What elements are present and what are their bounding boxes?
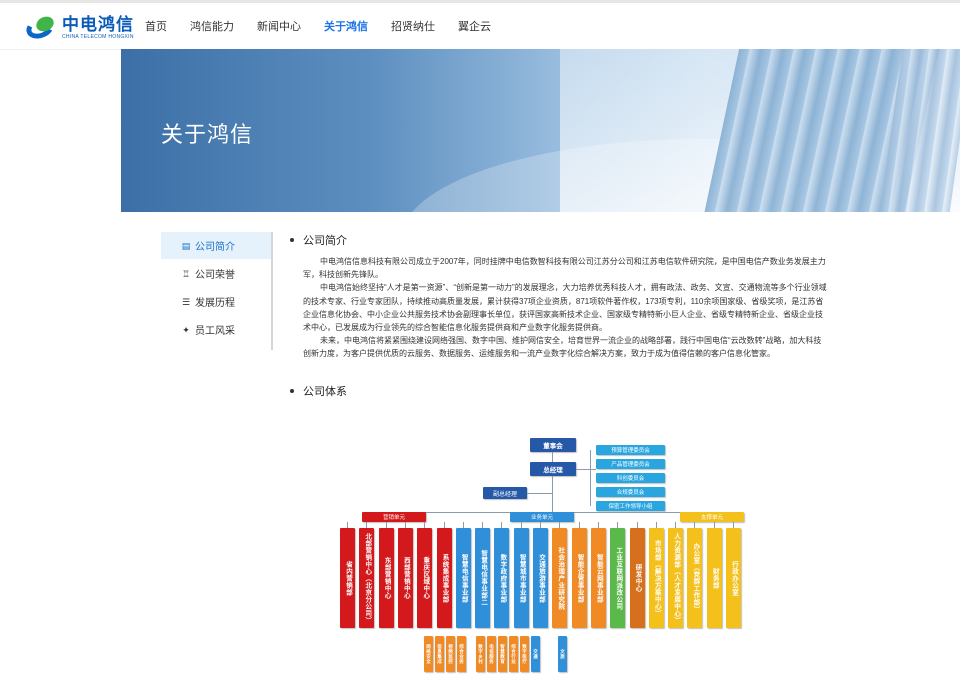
org-vgm: 副总经理	[483, 487, 527, 499]
org-committee: 保密工作领导小组	[596, 501, 665, 511]
org-department: 智能云网事业部	[590, 528, 606, 628]
main-content: 公司简介 中电鸿信信息科技有限公司成立于2007年，同时挂牌中电信数智科技有限公…	[290, 232, 827, 399]
org-unit-support: 支撑单元	[680, 512, 744, 522]
org-committee: 预算管理委员会	[596, 445, 665, 455]
org-department: 智慧电信事业部	[455, 528, 471, 628]
sidebar-item-label: 公司荣誉	[195, 270, 235, 281]
org-committee: 合规委员会	[596, 487, 665, 497]
org-department: 工业互联网派改公司	[610, 528, 626, 628]
section-title-text: 公司体系	[303, 385, 347, 398]
org-sub-department: 文旅	[558, 636, 567, 672]
org-chart: 董事会 总经理 副总经理 预算管理委员会 产品管理委员会 科创委员会 合规委员会…	[338, 436, 778, 688]
org-department: 人力资源部（人才发展中心）	[668, 528, 684, 628]
bullet-icon	[290, 388, 294, 393]
org-department: 东部营销中心	[378, 528, 394, 628]
banner-title: 关于鸿信	[161, 122, 254, 147]
org-sub-department: 网络安全	[424, 636, 433, 672]
org-department: 社会治理产业研究院	[552, 528, 568, 628]
org-sub-department: 交通	[531, 636, 540, 672]
org-sub-department: 数字医疗	[520, 636, 529, 672]
section-title-intro: 公司简介	[290, 232, 820, 248]
org-department: 北部营销中心（北京分公司）	[359, 528, 375, 628]
section-title-org: 公司体系	[290, 383, 820, 399]
nav-item-capabilities[interactable]: 鸿信能力	[190, 3, 234, 53]
org-committee: 科创委员会	[596, 473, 665, 483]
nav-item-home[interactable]: 首页	[145, 3, 167, 53]
org-sub-department: 视频监控	[446, 636, 455, 672]
nav-item-careers[interactable]: 招贤纳仕	[391, 3, 435, 53]
org-sub-department: 综合行业	[509, 636, 518, 672]
sidebar-item-profile[interactable]: ▤ 公司简介	[161, 232, 271, 259]
org-department: 行政办公室	[726, 528, 741, 628]
org-department: 数字政府事业部	[494, 528, 510, 628]
org-department: 财务部	[706, 528, 722, 628]
sidebar-item-history[interactable]: ☰ 发展历程	[161, 288, 271, 315]
intro-paragraph: 中电鸿信信息科技有限公司成立于2007年，同时挂牌中电信数智科技有限公司江苏分公…	[303, 257, 826, 280]
sidebar-item-label: 公司简介	[195, 242, 235, 253]
org-board: 董事会	[530, 438, 576, 452]
main-nav: 首页 鸿信能力 新闻中心 关于鸿信 招贤纳仕 翼企云	[145, 3, 514, 53]
nav-item-about[interactable]: 关于鸿信	[324, 3, 368, 53]
nav-item-news[interactable]: 新闻中心	[257, 3, 301, 53]
org-department: 智慧电信事业部二	[475, 528, 491, 628]
logo-name: 中电鸿信	[62, 15, 134, 34]
logo-subtitle: CHINA TELECOM HONGXIN	[62, 34, 134, 40]
sidebar-item-staff[interactable]: ✦ 员工风采	[161, 316, 271, 343]
org-committee: 产品管理委员会	[596, 459, 665, 469]
org-department: 省内营销部	[340, 528, 355, 628]
org-department: 市场部（解决方案中心）	[648, 528, 664, 628]
bullet-icon	[290, 238, 294, 242]
org-unit-business: 业务单元	[510, 512, 574, 522]
org-department: 智慧城市事业部	[513, 528, 529, 628]
top-header: 中电鸿信 CHINA TELECOM HONGXIN 首页 鸿信能力 新闻中心 …	[0, 0, 960, 50]
nav-item-cloud[interactable]: 翼企云	[458, 3, 491, 53]
org-department: 西部营销中心	[397, 528, 413, 628]
star-icon: ✦	[182, 324, 190, 335]
org-department: 智能企管事业部	[571, 528, 587, 628]
company-logo[interactable]: 中电鸿信 CHINA TELECOM HONGXIN	[23, 13, 134, 43]
org-sub-department: 电信服务	[487, 636, 496, 672]
org-department: 重庆区域中心	[417, 528, 433, 628]
org-department: 办公室（党群工作部）	[687, 528, 703, 628]
intro-paragraph: 中电鸿信始终坚持“人才是第一资源”、“创新是第一动力”的发展理念，大力培养优秀科…	[303, 283, 827, 333]
org-department: 研发中心	[629, 528, 645, 628]
trophy-icon: ♖	[181, 268, 191, 279]
org-sub-department: 信息集成	[435, 636, 444, 672]
intro-paragraph: 未来，中电鸿信将紧紧围绕建设网络强国、数字中国、维护网信安全，培育世界一流企业的…	[303, 336, 822, 359]
org-sub-department: 数字乡村	[476, 636, 485, 672]
org-sub-department: 智慧教育	[498, 636, 507, 672]
org-department: 交通旅游事业部	[533, 528, 548, 628]
about-sidebar: ▤ 公司简介 ♖ 公司荣誉 ☰ 发展历程 ✦ 员工风采	[161, 232, 273, 350]
timeline-icon: ☰	[181, 296, 191, 307]
logo-mark-icon	[23, 13, 58, 43]
hero-banner: 关于鸿信	[121, 49, 960, 212]
org-gm: 总经理	[530, 462, 576, 476]
sidebar-item-honors[interactable]: ♖ 公司荣誉	[161, 260, 271, 287]
org-department: 系统集成事业部	[436, 528, 452, 628]
org-unit-sales: 营销单元	[362, 512, 426, 522]
section-title-text: 公司简介	[303, 235, 347, 247]
sidebar-item-label: 发展历程	[195, 298, 235, 309]
org-sub-department: 综合业务	[457, 636, 466, 672]
document-icon: ▤	[181, 240, 191, 251]
sidebar-item-label: 员工风采	[195, 326, 235, 337]
